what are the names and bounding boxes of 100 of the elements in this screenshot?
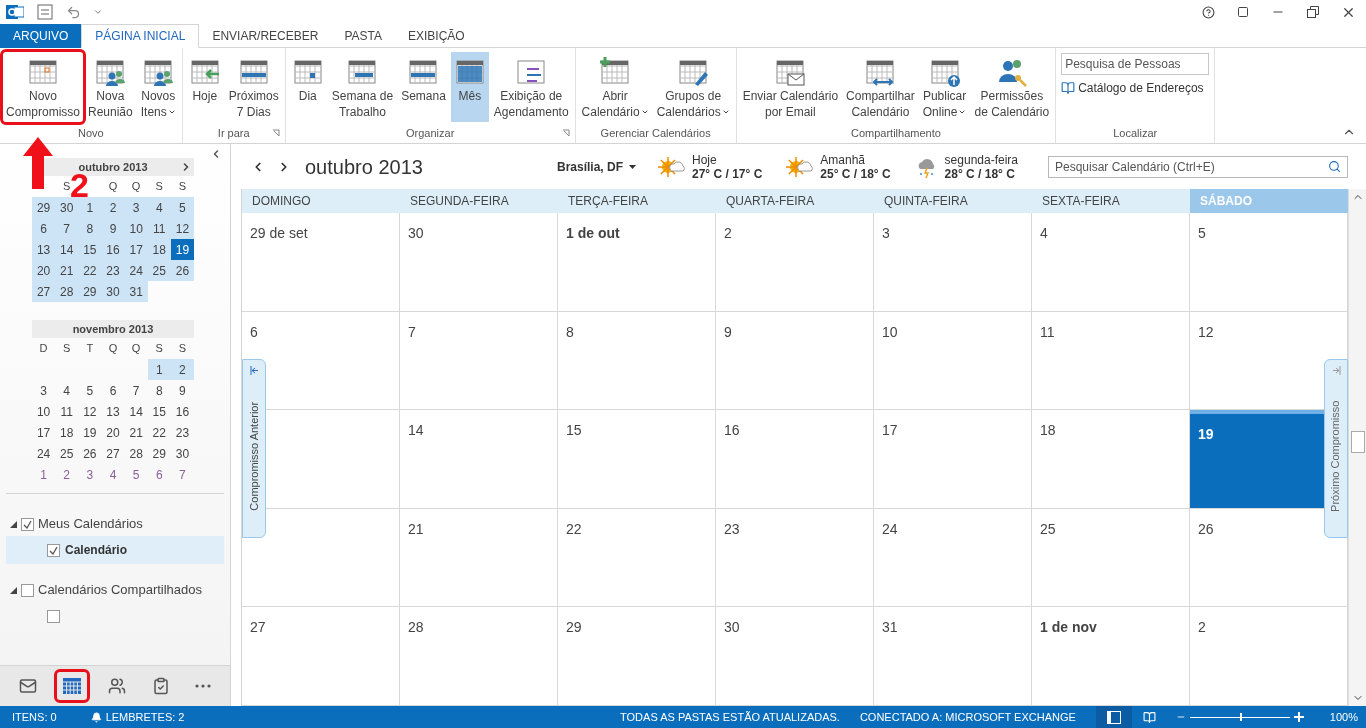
mini-day[interactable]: 12 — [170, 218, 194, 239]
mini-day[interactable]: 17 — [124, 239, 148, 260]
ribbon-button[interactable]: Grupos de Calendários — [653, 52, 733, 122]
folder-item[interactable]: Meus Calendários — [0, 512, 230, 536]
mini-day[interactable]: 18 — [55, 422, 79, 443]
help-icon[interactable] — [1202, 5, 1215, 19]
mini-day[interactable]: 29 — [32, 197, 56, 218]
zoom-in-icon[interactable] — [1293, 712, 1304, 722]
mini-day[interactable]: 15 — [147, 401, 171, 422]
mini-day[interactable]: 1 — [147, 359, 171, 380]
mini-day[interactable]: 30 — [101, 281, 125, 302]
mini-day[interactable]: 20 — [32, 260, 56, 281]
mini-day[interactable]: 10 — [32, 401, 56, 422]
mini-day[interactable]: 26 — [170, 260, 194, 281]
mini-day[interactable]: 16 — [101, 239, 125, 260]
next-appointment-tab[interactable]: Próximo Compromisso — [1324, 359, 1348, 538]
mini-day[interactable]: 29 — [78, 281, 102, 302]
mini-day[interactable]: 7 — [124, 380, 148, 401]
mini-day[interactable]: 6 — [147, 464, 171, 485]
mini-day[interactable]: 19 — [78, 422, 102, 443]
checkbox[interactable] — [21, 517, 34, 531]
mini-day[interactable]: 13 — [101, 401, 125, 422]
ribbon-button[interactable]: Mês — [450, 52, 489, 122]
ribbon-button[interactable]: Hoje — [185, 52, 224, 122]
mini-day[interactable]: 14 — [55, 239, 79, 260]
ribbon-button[interactable]: Semana de Trabalho — [328, 52, 397, 122]
ribbon-button[interactable]: Enviar Calendário por Email — [739, 52, 842, 122]
ribbon-button[interactable]: Próximos 7 Dias — [225, 52, 282, 122]
today-highlight[interactable]: 19 — [1190, 410, 1324, 508]
mini-day[interactable]: 24 — [124, 260, 148, 281]
mini-day[interactable]: 8 — [78, 218, 102, 239]
expand-icon[interactable] — [10, 520, 17, 528]
undo-icon[interactable] — [66, 4, 81, 20]
mini-day[interactable]: 14 — [124, 401, 148, 422]
mini-day[interactable]: 5 — [170, 197, 194, 218]
mini-day[interactable]: 27 — [101, 443, 125, 464]
address-book-link[interactable]: Catálogo de Endereços — [1061, 79, 1210, 97]
mini-day[interactable]: 6 — [101, 380, 125, 401]
mini-day[interactable]: 27 — [32, 281, 56, 302]
mini-day[interactable]: 29 — [147, 443, 171, 464]
mini-day[interactable]: 1 — [78, 197, 102, 218]
location-dropdown[interactable]: Brasília, DF — [557, 157, 636, 176]
mini-day[interactable]: 4 — [147, 197, 171, 218]
ribbon-button[interactable]: Exibição de Agendamento — [490, 52, 572, 122]
mini-day[interactable]: 2 — [170, 359, 194, 380]
mini-day[interactable]: 7 — [55, 218, 79, 239]
calendar-nav-button[interactable] — [57, 672, 88, 700]
scrollbar-thumb[interactable] — [1350, 431, 1365, 453]
zoom-thumb[interactable] — [1239, 713, 1242, 721]
ribbon-button[interactable]: Compartilhar Calendário — [843, 52, 918, 122]
mini-day[interactable]: 1 — [32, 464, 56, 485]
ribbon-tab[interactable]: ENVIAR/RECEBER — [199, 24, 332, 48]
search-icon[interactable] — [1328, 160, 1341, 173]
mini-day[interactable]: 12 — [78, 401, 102, 422]
mini-day[interactable]: 30 — [55, 197, 79, 218]
ribbon-button[interactable]: Nova Reunião — [85, 52, 136, 122]
mini-day[interactable]: 8 — [147, 380, 171, 401]
mini-day[interactable]: 15 — [78, 239, 102, 260]
file-tab[interactable]: ARQUIVO — [0, 24, 82, 48]
mini-day[interactable]: 21 — [124, 422, 148, 443]
mini-day[interactable]: 4 — [55, 380, 79, 401]
ribbon-tab[interactable]: PÁGINA INICIAL — [81, 24, 200, 48]
mini-day[interactable]: 3 — [124, 197, 148, 218]
folder-item[interactable]: Calendários Compartilhados — [0, 578, 230, 602]
checkbox[interactable] — [47, 609, 60, 623]
ribbon-button[interactable]: Novo Compromisso — [3, 52, 83, 122]
mini-day[interactable]: 7 — [170, 464, 194, 485]
mini-day[interactable]: 30 — [170, 443, 194, 464]
vertical-scrollbar[interactable] — [1348, 189, 1366, 706]
mini-day[interactable]: 17 — [32, 422, 56, 443]
zoom-slider[interactable] — [1189, 712, 1290, 722]
previous-appointment-tab[interactable]: Compromisso Anterior — [242, 359, 266, 538]
mini-day[interactable]: 18 — [147, 239, 171, 260]
mini-day[interactable]: 23 — [170, 422, 194, 443]
mini-day[interactable]: 19 — [170, 239, 194, 260]
mini-day[interactable]: 26 — [78, 443, 102, 464]
mini-day[interactable]: 22 — [147, 422, 171, 443]
mini-day[interactable]: 5 — [78, 380, 102, 401]
mini-day[interactable]: 16 — [170, 401, 194, 422]
mini-day[interactable]: 31 — [124, 281, 148, 302]
ribbon-button[interactable]: Permissões de Calendário — [971, 52, 1053, 122]
checkbox[interactable] — [47, 543, 60, 557]
customize-toolbar-icon[interactable] — [93, 7, 103, 17]
mini-day[interactable]: 23 — [101, 260, 125, 281]
ribbon-button[interactable]: Semana — [398, 52, 449, 122]
people-search-field[interactable]: Pesquisa de Pessoas — [1061, 53, 1210, 75]
ribbon-button[interactable]: Publicar Online — [919, 52, 970, 122]
mini-day[interactable]: 10 — [124, 218, 148, 239]
mini-day[interactable]: 9 — [170, 380, 194, 401]
mini-day[interactable]: 3 — [78, 464, 102, 485]
mini-day[interactable]: 24 — [32, 443, 56, 464]
mini-day[interactable]: 2 — [55, 464, 79, 485]
mini-day[interactable]: 2 — [101, 197, 125, 218]
ribbon-tab[interactable]: EXIBIÇÃO — [395, 24, 478, 48]
mini-day[interactable]: 25 — [147, 260, 171, 281]
ribbon-button[interactable]: Dia — [288, 52, 327, 122]
ribbon-button[interactable]: Abrir Calendário — [578, 52, 652, 122]
checkbox[interactable] — [21, 583, 34, 597]
dialog-launcher-icon[interactable] — [561, 129, 570, 137]
mini-day[interactable]: 28 — [55, 281, 79, 302]
